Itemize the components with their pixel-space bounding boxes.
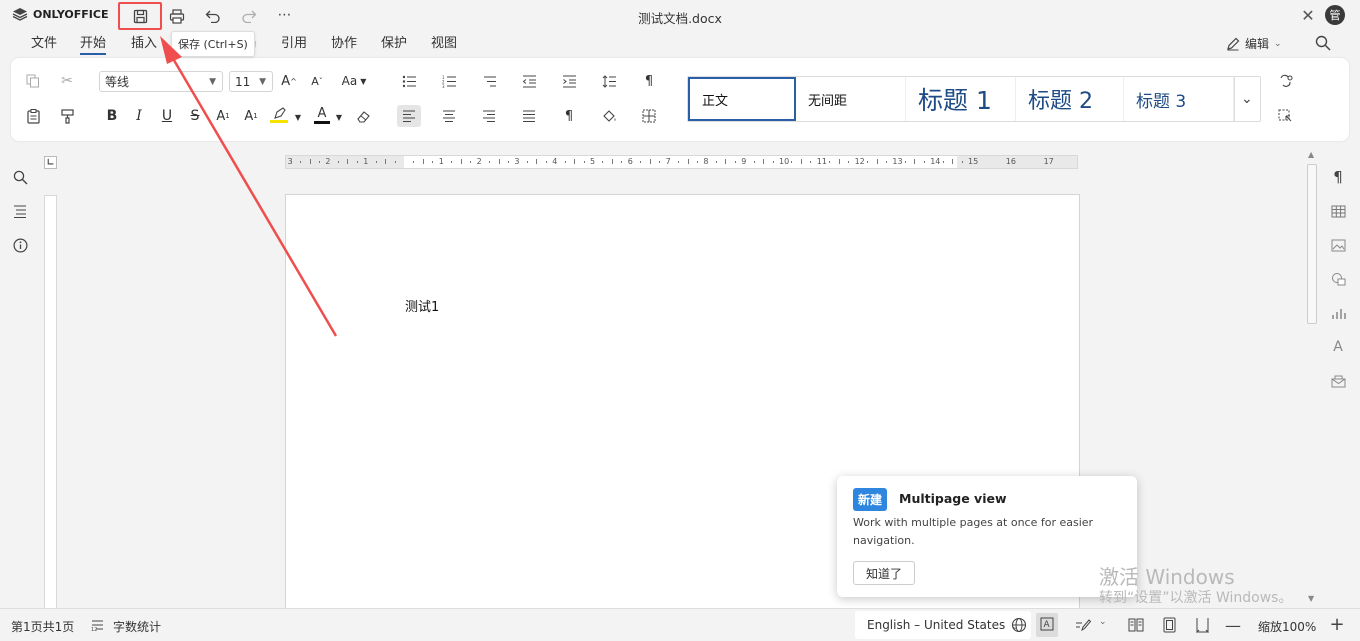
image-settings-icon[interactable] bbox=[1327, 234, 1349, 256]
svg-text:A: A bbox=[1044, 620, 1051, 630]
globe-icon[interactable] bbox=[1009, 615, 1029, 635]
popup-title: Multipage view bbox=[899, 491, 1007, 506]
paragraph-settings-icon[interactable]: ¶ bbox=[1327, 166, 1349, 188]
text-art-settings-icon[interactable]: A bbox=[1327, 336, 1349, 358]
scroll-up-icon[interactable]: ▲ bbox=[1308, 150, 1314, 159]
language-select[interactable]: English – United States ⌄ bbox=[855, 611, 1031, 639]
new-badge: 新建 bbox=[853, 488, 888, 511]
track-changes-icon[interactable] bbox=[1073, 615, 1093, 635]
multipage-view-icon[interactable] bbox=[1126, 615, 1146, 635]
activation-watermark-title: 激活 Windows bbox=[1099, 565, 1235, 589]
arrow-head bbox=[160, 36, 182, 64]
word-count-icon: 12 bbox=[89, 617, 105, 633]
zoom-level[interactable]: 缩放100% bbox=[1258, 618, 1316, 635]
word-count-button[interactable]: 字数统计 bbox=[113, 618, 161, 635]
mail-merge-icon[interactable] bbox=[1327, 370, 1349, 392]
chart-settings-icon[interactable] bbox=[1327, 302, 1349, 324]
multipage-popup: 新建 Multipage view Work with multiple pag… bbox=[837, 476, 1137, 597]
status-bar: 第1页共1页 12 字数统计 English – United States ⌄ … bbox=[0, 608, 1360, 641]
svg-text:12: 12 bbox=[91, 627, 97, 631]
scroll-down-icon[interactable]: ▼ bbox=[1308, 594, 1314, 603]
page-info[interactable]: 第1页共1页 bbox=[11, 618, 74, 635]
arrow-line bbox=[166, 49, 338, 337]
vertical-scrollbar[interactable]: ▲ ▼ bbox=[1306, 150, 1318, 608]
table-settings-icon[interactable] bbox=[1327, 200, 1349, 222]
language-value: English – United States bbox=[867, 618, 1006, 632]
got-it-button[interactable]: 知道了 bbox=[853, 561, 916, 585]
shape-settings-icon[interactable] bbox=[1327, 268, 1349, 290]
zoom-out-icon[interactable]: — bbox=[1223, 615, 1243, 635]
scrollbar-thumb[interactable] bbox=[1307, 164, 1317, 324]
annotation-arrow bbox=[160, 36, 338, 337]
fit-width-icon[interactable] bbox=[1192, 615, 1212, 635]
fit-page-icon[interactable] bbox=[1159, 615, 1179, 635]
spellcheck-icon[interactable]: A bbox=[1036, 613, 1058, 637]
zoom-in-icon[interactable]: + bbox=[1327, 614, 1347, 635]
chevron-down-icon[interactable]: ⌄ bbox=[1099, 617, 1107, 627]
popup-text: Work with multiple pages at once for eas… bbox=[853, 516, 1094, 547]
activation-watermark-text: 转到“设置”以激活 Windows。 bbox=[1099, 590, 1293, 606]
